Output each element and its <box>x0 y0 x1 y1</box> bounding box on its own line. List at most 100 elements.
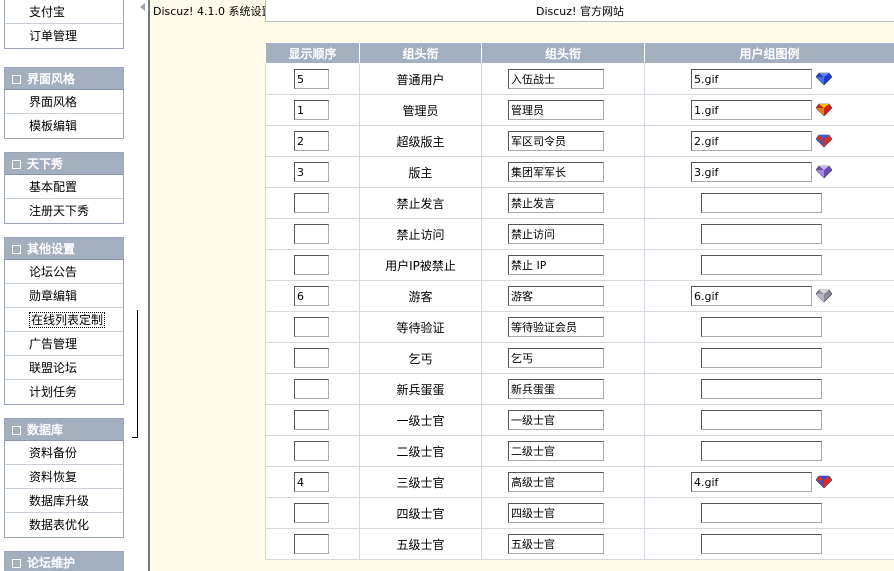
order-cell <box>265 280 360 312</box>
group-image-input[interactable] <box>701 348 822 368</box>
menu-item-scheduled-tasks[interactable]: 计划任务 <box>5 380 123 404</box>
group-name-cell: 用户IP被禁止 <box>359 249 482 281</box>
order-cell <box>265 187 360 219</box>
group-image-input[interactable] <box>701 410 822 430</box>
order-input[interactable] <box>294 193 329 213</box>
menu-item-medals[interactable]: 勋章编辑 <box>5 284 123 308</box>
admin-sidebar: 支付宝 订单管理 界面风格 界面风格 模板编辑 天下秀 基本配置 注册天下秀 其… <box>0 0 130 571</box>
group-name-cell: 五级士官 <box>359 528 482 560</box>
order-input[interactable] <box>294 472 329 492</box>
group-title-input[interactable] <box>508 193 604 213</box>
official-site-link[interactable]: Discuz! 官方网站 <box>536 3 624 19</box>
menu-item-union-forums[interactable]: 联盟论坛 <box>5 356 123 380</box>
table-row: 禁止访问 <box>265 218 894 250</box>
title-cell <box>481 497 645 529</box>
menu-item-orders[interactable]: 订单管理 <box>5 24 123 48</box>
menu-item-ads[interactable]: 广告管理 <box>5 332 123 356</box>
group-name-cell: 超级版主 <box>359 125 482 157</box>
order-cell <box>265 94 360 126</box>
group-image-input[interactable] <box>691 286 812 306</box>
group-title-input[interactable] <box>508 410 604 430</box>
order-cell <box>265 311 360 343</box>
group-image-input[interactable] <box>701 503 822 523</box>
col-header-order: 显示顺序 <box>265 42 360 64</box>
menu-group-header[interactable]: 论坛维护 <box>5 552 123 571</box>
group-image-input[interactable] <box>691 131 812 151</box>
group-title-input[interactable] <box>508 162 604 182</box>
menu-item-restore[interactable]: 资料恢复 <box>5 465 123 489</box>
main-content: Discuz! 4.1.0 系统设置 Discuz! 官方网站 显示顺序 组头衔… <box>150 0 894 571</box>
group-title-input[interactable] <box>508 472 604 492</box>
group-image-input[interactable] <box>701 317 822 337</box>
menu-item-alipay[interactable]: 支付宝 <box>5 0 123 24</box>
collapse-arrow-icon[interactable] <box>139 3 147 11</box>
group-title-input[interactable] <box>508 255 604 275</box>
group-title-input[interactable] <box>508 348 604 368</box>
order-input[interactable] <box>294 410 329 430</box>
menu-item-style[interactable]: 界面风格 <box>5 90 123 114</box>
menu-item-table-optimize[interactable]: 数据表优化 <box>5 513 123 537</box>
order-input[interactable] <box>294 348 329 368</box>
menu-item-template-edit[interactable]: 模板编辑 <box>5 114 123 138</box>
group-image-input[interactable] <box>691 472 812 492</box>
group-title-input[interactable] <box>508 224 604 244</box>
collapse-box-icon <box>12 559 21 568</box>
group-title-input[interactable] <box>508 441 604 461</box>
menu-item-db-upgrade[interactable]: 数据库升级 <box>5 489 123 513</box>
order-input[interactable] <box>294 100 329 120</box>
order-input[interactable] <box>294 255 329 275</box>
menu-group-header[interactable]: 界面风格 <box>5 68 123 90</box>
order-input[interactable] <box>294 224 329 244</box>
image-cell <box>644 187 894 219</box>
group-title-input[interactable] <box>508 317 604 337</box>
order-input[interactable] <box>294 534 329 554</box>
menu-item-register-showcase[interactable]: 注册天下秀 <box>5 199 123 223</box>
order-cell <box>265 125 360 157</box>
group-title-input[interactable] <box>508 503 604 523</box>
order-input[interactable] <box>294 441 329 461</box>
image-cell <box>644 280 894 312</box>
menu-item-backup[interactable]: 资料备份 <box>5 441 123 465</box>
group-image-input[interactable] <box>691 162 812 182</box>
gem-icon <box>815 165 833 179</box>
group-image-input[interactable] <box>701 255 822 275</box>
table-row: 乞丐 <box>265 342 894 374</box>
image-cell <box>644 156 894 188</box>
title-cell <box>481 218 645 250</box>
table-row: 普通用户 <box>265 63 894 95</box>
order-input[interactable] <box>294 162 329 182</box>
order-input[interactable] <box>294 503 329 523</box>
group-title-input[interactable] <box>508 100 604 120</box>
order-input[interactable] <box>294 69 329 89</box>
group-image-input[interactable] <box>701 534 822 554</box>
title-cell <box>481 63 645 95</box>
group-image-input[interactable] <box>701 441 822 461</box>
group-image-input[interactable] <box>691 100 812 120</box>
group-title-input[interactable] <box>508 286 604 306</box>
image-cell <box>644 311 894 343</box>
order-input[interactable] <box>294 131 329 151</box>
menu-group-header[interactable]: 其他设置 <box>5 238 123 260</box>
group-image-input[interactable] <box>701 193 822 213</box>
image-cell <box>644 342 894 374</box>
title-cell <box>481 125 645 157</box>
group-title-input[interactable] <box>508 379 604 399</box>
order-input[interactable] <box>294 379 329 399</box>
order-input[interactable] <box>294 317 329 337</box>
menu-group-header[interactable]: 数据库 <box>5 419 123 441</box>
menu-item-basic-config[interactable]: 基本配置 <box>5 175 123 199</box>
menu-item-online-list[interactable]: 在线列表定制 <box>5 308 123 332</box>
frame-divider[interactable] <box>130 0 150 571</box>
order-input[interactable] <box>294 286 329 306</box>
title-cell <box>481 404 645 436</box>
table-row: 二级士官 <box>265 435 894 467</box>
group-title-input[interactable] <box>508 534 604 554</box>
menu-group-header[interactable]: 天下秀 <box>5 153 123 175</box>
group-title-input[interactable] <box>508 131 604 151</box>
group-title-input[interactable] <box>508 69 604 89</box>
group-image-input[interactable] <box>701 224 822 244</box>
group-image-input[interactable] <box>691 69 812 89</box>
image-cell <box>644 466 894 498</box>
menu-item-announcements[interactable]: 论坛公告 <box>5 260 123 284</box>
group-image-input[interactable] <box>701 379 822 399</box>
